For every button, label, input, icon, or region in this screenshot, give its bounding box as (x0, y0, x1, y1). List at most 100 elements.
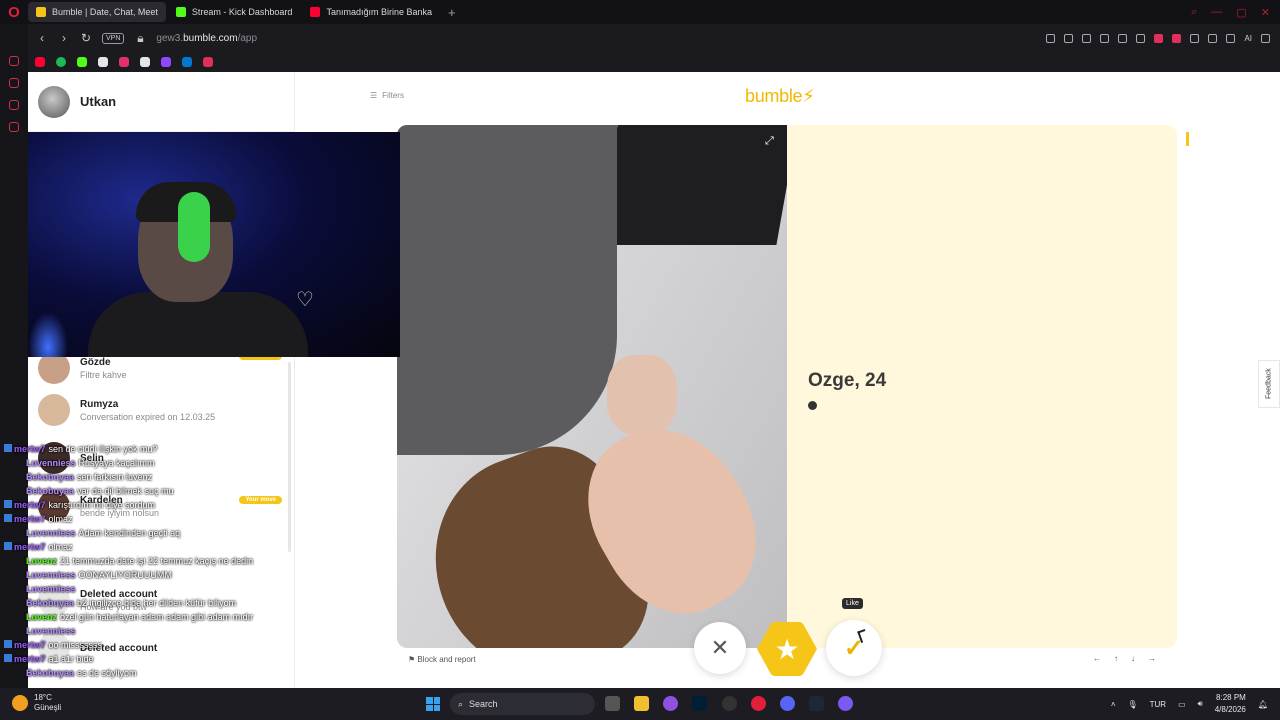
steam-icon[interactable] (809, 696, 824, 711)
abp-extension-icon[interactable] (1154, 33, 1164, 43)
chat-badge-icon (16, 458, 24, 466)
download-icon[interactable] (1226, 33, 1236, 43)
photo-hand (607, 355, 677, 435)
left-arrow-hint: ← (1093, 654, 1101, 663)
weather-widget[interactable]: 18°C Güneşli (12, 693, 61, 713)
app-icon[interactable] (838, 696, 853, 711)
player-icon[interactable] (9, 100, 19, 110)
filters-button[interactable]: ☰ Filters (370, 91, 404, 100)
browser-toolbar: ‹ › ↻ VPN 🔒︎ gew3.bumble.com/app AI (28, 24, 1280, 52)
windows-start-icon[interactable] (426, 697, 440, 711)
maximize-icon[interactable]: ▢ (1236, 6, 1246, 19)
conversation-item[interactable]: Rumyza Conversation expired on 12.03.25 (38, 394, 288, 426)
menu-icon[interactable] (1261, 33, 1270, 43)
network-icon[interactable]: ▭ (1178, 700, 1186, 709)
instagram-bookmark-icon[interactable] (119, 57, 129, 67)
url-path: /app (237, 32, 258, 44)
vpn-badge[interactable]: VPN (102, 32, 125, 44)
feedback-tab[interactable]: Feedback (1258, 360, 1280, 408)
chat-username: Bekobuyaa (26, 472, 75, 482)
chat-message: Rusyaya kaçalımm (78, 458, 155, 468)
chat-line: mertw7 karıştırdım mı diye sordum (4, 500, 155, 510)
your-move-badge: Your move (239, 496, 282, 504)
chat-username: Luvenniess (26, 458, 76, 468)
history-icon[interactable] (9, 56, 19, 66)
kick-bookmark-icon[interactable] (77, 57, 87, 67)
sidebar-scrollbar[interactable] (288, 362, 291, 552)
chat-badge-icon (16, 612, 24, 620)
taskbar-search[interactable]: ⌕ Search (450, 693, 595, 715)
chat-username: Bekobuyaa (26, 668, 75, 678)
my-profile-header[interactable]: Utkan (28, 72, 294, 132)
block-report-link[interactable]: ⚑ Block and report (408, 655, 476, 664)
chat-line: Luvenz 21 temmuzda date işi 22 temmuz kaç… (16, 556, 253, 566)
aria-ai-button[interactable]: AI (1244, 34, 1252, 43)
tab-kick[interactable]: Stream - Kick Dashboard (168, 2, 301, 22)
tab-bumble[interactable]: Bumble | Date, Chat, Meet (28, 2, 166, 22)
clock[interactable]: 8:28 PM 4/8/2026 (1215, 692, 1246, 716)
new-tab-button[interactable]: + (442, 5, 462, 20)
translate-icon[interactable] (1100, 33, 1110, 43)
microphone-icon[interactable]: 🎙︎ (1127, 700, 1137, 709)
bookmark-icon[interactable] (1046, 33, 1056, 43)
tiktok-bookmark-icon[interactable] (140, 57, 150, 67)
user-name: Utkan (80, 94, 117, 109)
chat-line: mertw7 olmaz (4, 514, 73, 524)
pass-button[interactable]: ✕ (694, 622, 746, 674)
spotify-bookmark-icon[interactable] (56, 57, 66, 67)
youtube-bookmark-icon[interactable] (35, 57, 45, 67)
task-view-icon[interactable] (605, 696, 620, 711)
conversation-preview: Conversation expired on 12.03.25 (80, 411, 216, 422)
file-explorer-icon[interactable] (634, 696, 649, 711)
language-indicator[interactable]: TUR (1150, 700, 1166, 709)
expand-photo-icon[interactable]: ⤢ (765, 135, 774, 148)
close-window-icon[interactable]: ✕ (1261, 6, 1270, 19)
chevron-up-icon[interactable]: ˄ (1111, 700, 1116, 709)
extensions-icon[interactable] (1190, 33, 1200, 43)
tab-youtube[interactable]: Tanımadığım Birine Banka (302, 2, 440, 22)
heart-icon[interactable] (1136, 33, 1146, 43)
chat-username: Luvenniess (26, 570, 76, 580)
play-icon[interactable] (1118, 33, 1128, 43)
bumble-logo: bumble⚡︎ (745, 86, 815, 107)
x-bookmark-icon[interactable] (98, 57, 108, 67)
twitch-bookmark-icon[interactable] (161, 57, 171, 67)
minimize-icon[interactable]: — (1211, 6, 1222, 19)
pinboard-icon[interactable] (9, 122, 19, 132)
outlook-bookmark-icon[interactable] (182, 57, 192, 67)
notification-icon[interactable]: 🔔︎ (1258, 700, 1268, 709)
chat-badge-icon (4, 444, 12, 452)
opera-logo-icon[interactable]: O (0, 0, 28, 24)
messenger-icon[interactable] (9, 78, 19, 88)
wallet-icon[interactable] (1208, 33, 1218, 43)
extension-bookmark-icon[interactable] (203, 57, 213, 67)
chat-line: Luvenniess OONAYLIYORUUUMM (16, 570, 172, 580)
chat-message: Adam kendinden geçti aq (78, 528, 181, 538)
snapshot-icon[interactable] (1064, 33, 1074, 43)
discord-icon[interactable] (780, 696, 795, 711)
photo-sweater (397, 125, 617, 455)
back-icon[interactable]: ‹ (36, 31, 48, 45)
chat-badge-icon (16, 528, 24, 536)
conversation-name: Rumyza (80, 398, 119, 410)
adblock-shield-icon[interactable] (1082, 33, 1092, 43)
user-avatar[interactable] (38, 85, 70, 118)
like-button[interactable]: ✓ (826, 620, 882, 676)
volume-icon[interactable]: 🔊︎ (1198, 699, 1203, 709)
obs-icon[interactable] (722, 696, 737, 711)
chat-username: Luvenniess (26, 528, 76, 538)
block-label: Block and report (417, 655, 476, 664)
app-icon[interactable] (663, 696, 678, 711)
flag-icon: ⚑ (408, 655, 418, 664)
photoshop-icon[interactable] (692, 696, 707, 711)
address-bar[interactable]: gew3.bumble.com/app (156, 33, 257, 44)
forward-icon[interactable]: › (58, 31, 70, 45)
opera-gx-icon[interactable] (751, 696, 766, 711)
profile-scrollbar[interactable] (1186, 132, 1189, 146)
chat-message: oo misssssss (48, 640, 103, 650)
profile-photo[interactable] (397, 125, 787, 648)
extension-icon[interactable] (1172, 33, 1182, 43)
search-tabs-icon[interactable]: ⌕ (1191, 6, 1197, 19)
reload-icon[interactable]: ↻ (80, 31, 92, 45)
filters-label: Filters (382, 91, 404, 100)
